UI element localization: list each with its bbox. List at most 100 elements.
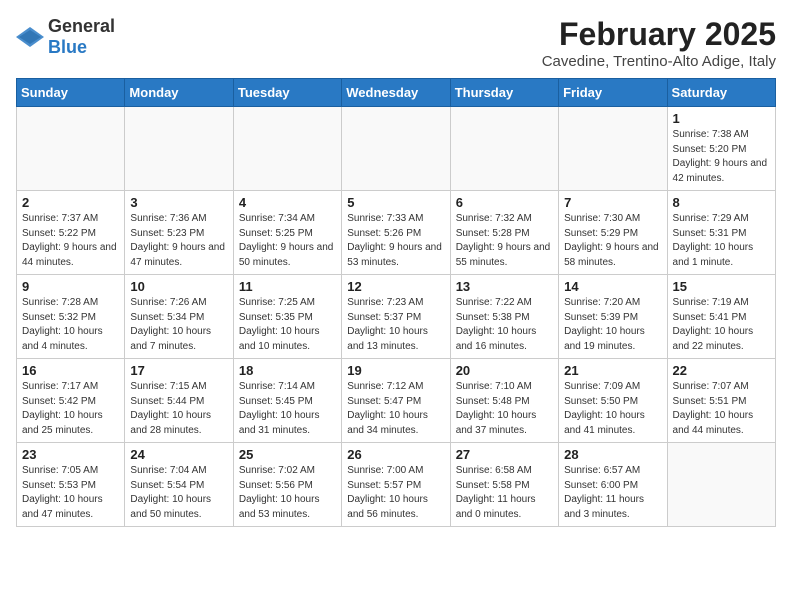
calendar-cell: 3Sunrise: 7:36 AM Sunset: 5:23 PM Daylig… (125, 191, 233, 275)
day-info: Sunrise: 7:32 AM Sunset: 5:28 PM Dayligh… (456, 212, 553, 270)
calendar-cell: 24 Sunrise: 7:04 AM Sunset: 5:54 PM Dayli… (125, 443, 233, 527)
day-number: 6 (456, 195, 553, 210)
day-info: Sunrise: 7:10 AM Sunset: 5:48 PM Dayligh… (456, 380, 553, 438)
weekday-header-thursday: Thursday (450, 79, 558, 107)
week-row-1: 1 Sunrise: 7:38 AM Sunset: 5:20 PM Daylig… (17, 107, 776, 191)
calendar-cell: 19 Sunrise: 7:12 AM Sunset: 5:47 PM Dayli… (342, 359, 450, 443)
day-info: Sunrise: 7:33 AM Sunset: 5:26 PM Dayligh… (347, 212, 444, 270)
month-year: February 2025 (542, 16, 776, 53)
day-number: 15 (673, 279, 770, 294)
calendar-cell: 18 Sunrise: 7:14 AM Sunset: 5:45 PM Dayli… (233, 359, 341, 443)
day-info: Sunrise: 7:00 AM Sunset: 5:57 PM Dayligh… (347, 464, 444, 522)
day-info: Sunrise: 7:09 AM Sunset: 5:50 PM Dayligh… (564, 380, 661, 438)
title-block: February 2025 Cavedine, Trentino-Alto Ad… (542, 16, 776, 70)
day-info: Sunrise: 7:15 AM Sunset: 5:44 PM Dayligh… (130, 380, 227, 438)
day-info: Sunrise: 6:58 AM Sunset: 5:58 PM Dayligh… (456, 464, 553, 522)
day-info: Sunrise: 7:25 AM Sunset: 5:35 PM Dayligh… (239, 296, 336, 354)
day-info: Sunrise: 7:20 AM Sunset: 5:39 PM Dayligh… (564, 296, 661, 354)
day-number: 18 (239, 363, 336, 378)
calendar-cell: 11 Sunrise: 7:25 AM Sunset: 5:35 PM Dayli… (233, 275, 341, 359)
day-number: 23 (22, 447, 119, 462)
day-number: 4 (239, 195, 336, 210)
calendar-cell: 13 Sunrise: 7:22 AM Sunset: 5:38 PM Dayli… (450, 275, 558, 359)
day-number: 3 (130, 195, 227, 210)
calendar-cell: 27 Sunrise: 6:58 AM Sunset: 5:58 PM Dayli… (450, 443, 558, 527)
day-number: 24 (130, 447, 227, 462)
logo-blue: Blue (48, 37, 87, 57)
calendar-cell: 17 Sunrise: 7:15 AM Sunset: 5:44 PM Dayli… (125, 359, 233, 443)
weekday-header-wednesday: Wednesday (342, 79, 450, 107)
day-info: Sunrise: 7:37 AM Sunset: 5:22 PM Dayligh… (22, 212, 119, 270)
calendar-cell (342, 107, 450, 191)
day-info: Sunrise: 7:02 AM Sunset: 5:56 PM Dayligh… (239, 464, 336, 522)
day-info: Sunrise: 7:34 AM Sunset: 5:25 PM Dayligh… (239, 212, 336, 270)
calendar-cell (17, 107, 125, 191)
weekday-header-sunday: Sunday (17, 79, 125, 107)
weekday-header-row: SundayMondayTuesdayWednesdayThursdayFrid… (17, 79, 776, 107)
calendar-cell: 5Sunrise: 7:33 AM Sunset: 5:26 PM Daylig… (342, 191, 450, 275)
day-number: 27 (456, 447, 553, 462)
day-number: 25 (239, 447, 336, 462)
week-row-2: 2 Sunrise: 7:37 AM Sunset: 5:22 PM Daylig… (17, 191, 776, 275)
weekday-header-monday: Monday (125, 79, 233, 107)
calendar-cell: 28Sunrise: 6:57 AM Sunset: 6:00 PM Dayli… (559, 443, 667, 527)
day-info: Sunrise: 7:17 AM Sunset: 5:42 PM Dayligh… (22, 380, 119, 438)
day-info: Sunrise: 7:30 AM Sunset: 5:29 PM Dayligh… (564, 212, 661, 270)
week-row-4: 16Sunrise: 7:17 AM Sunset: 5:42 PM Dayli… (17, 359, 776, 443)
calendar-cell: 4 Sunrise: 7:34 AM Sunset: 5:25 PM Daylig… (233, 191, 341, 275)
week-row-3: 9 Sunrise: 7:28 AM Sunset: 5:32 PM Daylig… (17, 275, 776, 359)
calendar-cell: 2 Sunrise: 7:37 AM Sunset: 5:22 PM Daylig… (17, 191, 125, 275)
calendar-cell: 22 Sunrise: 7:07 AM Sunset: 5:51 PM Dayli… (667, 359, 775, 443)
day-number: 22 (673, 363, 770, 378)
day-info: Sunrise: 7:22 AM Sunset: 5:38 PM Dayligh… (456, 296, 553, 354)
day-info: Sunrise: 7:12 AM Sunset: 5:47 PM Dayligh… (347, 380, 444, 438)
day-number: 14 (564, 279, 661, 294)
day-info: Sunrise: 7:29 AM Sunset: 5:31 PM Dayligh… (673, 212, 770, 270)
day-info: Sunrise: 7:05 AM Sunset: 5:53 PM Dayligh… (22, 464, 119, 522)
logo: General Blue (16, 16, 115, 58)
logo-general: General (48, 16, 115, 36)
calendar-cell: 12Sunrise: 7:23 AM Sunset: 5:37 PM Dayli… (342, 275, 450, 359)
calendar-cell: 16Sunrise: 7:17 AM Sunset: 5:42 PM Dayli… (17, 359, 125, 443)
calendar-cell: 9 Sunrise: 7:28 AM Sunset: 5:32 PM Daylig… (17, 275, 125, 359)
day-info: Sunrise: 7:19 AM Sunset: 5:41 PM Dayligh… (673, 296, 770, 354)
calendar-cell (125, 107, 233, 191)
calendar-cell: 23 Sunrise: 7:05 AM Sunset: 5:53 PM Dayli… (17, 443, 125, 527)
calendar-cell: 8 Sunrise: 7:29 AM Sunset: 5:31 PM Daylig… (667, 191, 775, 275)
calendar-cell: 1 Sunrise: 7:38 AM Sunset: 5:20 PM Daylig… (667, 107, 775, 191)
day-info: Sunrise: 7:14 AM Sunset: 5:45 PM Dayligh… (239, 380, 336, 438)
day-info: Sunrise: 7:04 AM Sunset: 5:54 PM Dayligh… (130, 464, 227, 522)
day-number: 13 (456, 279, 553, 294)
logo-icon (16, 27, 44, 47)
calendar-table: SundayMondayTuesdayWednesdayThursdayFrid… (16, 78, 776, 527)
day-number: 8 (673, 195, 770, 210)
day-info: Sunrise: 7:07 AM Sunset: 5:51 PM Dayligh… (673, 380, 770, 438)
day-info: Sunrise: 7:38 AM Sunset: 5:20 PM Dayligh… (673, 128, 770, 186)
calendar-cell: 25 Sunrise: 7:02 AM Sunset: 5:56 PM Dayli… (233, 443, 341, 527)
day-info: Sunrise: 7:28 AM Sunset: 5:32 PM Dayligh… (22, 296, 119, 354)
calendar-cell: 26 Sunrise: 7:00 AM Sunset: 5:57 PM Dayli… (342, 443, 450, 527)
calendar-cell: 7Sunrise: 7:30 AM Sunset: 5:29 PM Daylig… (559, 191, 667, 275)
calendar-cell (450, 107, 558, 191)
day-number: 26 (347, 447, 444, 462)
calendar-cell: 21 Sunrise: 7:09 AM Sunset: 5:50 PM Dayli… (559, 359, 667, 443)
calendar-cell: 10 Sunrise: 7:26 AM Sunset: 5:34 PM Dayli… (125, 275, 233, 359)
day-number: 2 (22, 195, 119, 210)
calendar-cell (667, 443, 775, 527)
location: Cavedine, Trentino-Alto Adige, Italy (542, 53, 776, 70)
logo-text: General Blue (48, 16, 115, 58)
day-number: 9 (22, 279, 119, 294)
week-row-5: 23 Sunrise: 7:05 AM Sunset: 5:53 PM Dayli… (17, 443, 776, 527)
day-info: Sunrise: 7:23 AM Sunset: 5:37 PM Dayligh… (347, 296, 444, 354)
day-number: 11 (239, 279, 336, 294)
day-number: 17 (130, 363, 227, 378)
day-info: Sunrise: 7:26 AM Sunset: 5:34 PM Dayligh… (130, 296, 227, 354)
calendar-cell: 20Sunrise: 7:10 AM Sunset: 5:48 PM Dayli… (450, 359, 558, 443)
day-number: 10 (130, 279, 227, 294)
day-number: 1 (673, 111, 770, 126)
page-header: General Blue February 2025 Cavedine, Tre… (16, 16, 776, 70)
calendar-cell: 15 Sunrise: 7:19 AM Sunset: 5:41 PM Dayli… (667, 275, 775, 359)
day-number: 21 (564, 363, 661, 378)
weekday-header-tuesday: Tuesday (233, 79, 341, 107)
day-number: 19 (347, 363, 444, 378)
